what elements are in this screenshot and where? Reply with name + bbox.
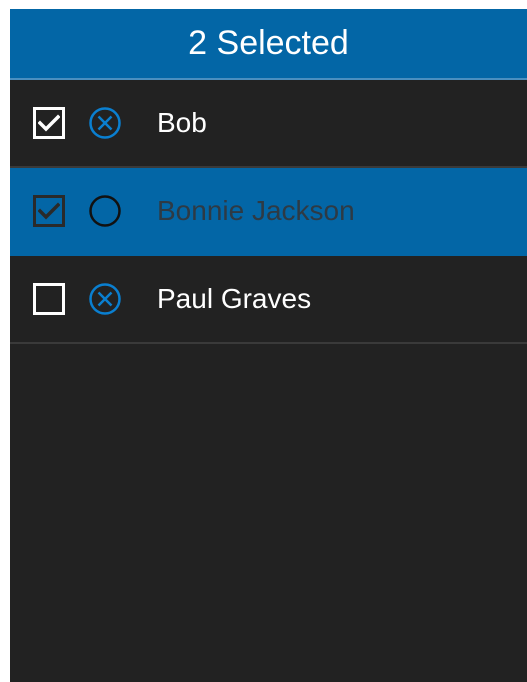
status-circle-x-icon [88, 282, 122, 316]
contact-name: Paul Graves [157, 283, 312, 314]
contact-list: Bob Bonnie Jackson Paul Graves [10, 80, 527, 344]
status-circle-x-icon [88, 106, 122, 140]
contact-name: Bonnie Jackson [157, 195, 355, 226]
checkmark-icon [38, 202, 60, 220]
selection-count-title: 2 Selected [188, 24, 349, 62]
row-checkbox[interactable] [33, 283, 65, 315]
selection-header: 2 Selected [10, 9, 527, 80]
list-item-bob[interactable]: Bob [10, 80, 527, 168]
status-circle-icon [88, 194, 122, 228]
row-checkbox[interactable] [33, 107, 65, 139]
selection-panel: 2 Selected Bob Bonnie Jackson Paul Grave… [10, 9, 527, 682]
list-item-bonnie-jackson[interactable]: Bonnie Jackson [10, 168, 527, 256]
contact-name: Bob [157, 107, 207, 138]
checkmark-icon [38, 114, 60, 132]
row-checkbox[interactable] [33, 195, 65, 227]
list-item-paul-graves[interactable]: Paul Graves [10, 256, 527, 344]
